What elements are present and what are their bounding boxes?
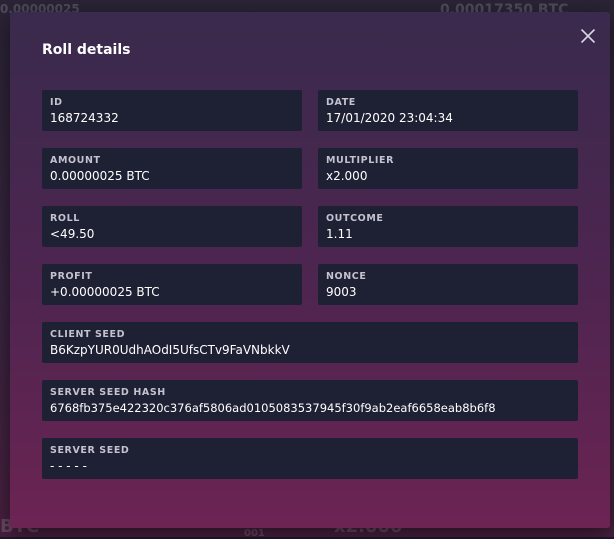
field-client-seed: CLIENT SEED B6KzpYUR0UdhAOdI5UfsCTv9FaVN…: [42, 322, 578, 363]
field-value: <49.50: [50, 227, 95, 241]
field-value: 17/01/2020 23:04:34: [326, 111, 453, 125]
field-label: SERVER SEED: [50, 445, 130, 456]
roll-details-modal: Roll details ID 168724332 DATE 17/01/202…: [10, 12, 610, 528]
field-id: ID 168724332: [42, 90, 302, 131]
field-value: +0.00000025 BTC: [50, 285, 160, 299]
field-date: DATE 17/01/2020 23:04:34: [318, 90, 578, 131]
field-label: MULTIPLIER: [326, 155, 395, 166]
field-value: 9003: [326, 285, 357, 299]
field-label: ID: [50, 97, 63, 108]
field-roll: ROLL <49.50: [42, 206, 302, 247]
field-label: SERVER SEED HASH: [50, 387, 166, 398]
field-label: DATE: [326, 97, 356, 108]
field-server-seed-hash: SERVER SEED HASH 6768fb375e422320c376af5…: [42, 380, 578, 421]
field-profit: PROFIT +0.00000025 BTC: [42, 264, 302, 305]
field-value: 0.00000025 BTC: [50, 169, 150, 183]
field-amount: AMOUNT 0.00000025 BTC: [42, 148, 302, 189]
field-value: B6KzpYUR0UdhAOdI5UfsCTv9FaVNbkkV: [50, 343, 290, 357]
field-value: 168724332: [50, 111, 119, 125]
modal-title: Roll details: [42, 42, 131, 58]
field-value: - - - - -: [50, 459, 87, 473]
field-value: x2.000: [326, 169, 368, 183]
background-text: 001: [244, 528, 265, 539]
field-label: OUTCOME: [326, 213, 384, 224]
field-label: CLIENT SEED: [50, 329, 126, 340]
close-button[interactable]: [578, 26, 598, 46]
field-server-seed: SERVER SEED - - - - -: [42, 438, 578, 479]
field-value: 6768fb375e422320c376af5806ad010508353794…: [50, 401, 496, 415]
field-label: ROLL: [50, 213, 80, 224]
field-nonce: NONCE 9003: [318, 264, 578, 305]
field-value: 1.11: [326, 227, 353, 241]
field-label: PROFIT: [50, 271, 93, 282]
close-icon: [581, 29, 595, 43]
field-multiplier: MULTIPLIER x2.000: [318, 148, 578, 189]
field-label: NONCE: [326, 271, 367, 282]
field-outcome: OUTCOME 1.11: [318, 206, 578, 247]
field-label: AMOUNT: [50, 155, 101, 166]
